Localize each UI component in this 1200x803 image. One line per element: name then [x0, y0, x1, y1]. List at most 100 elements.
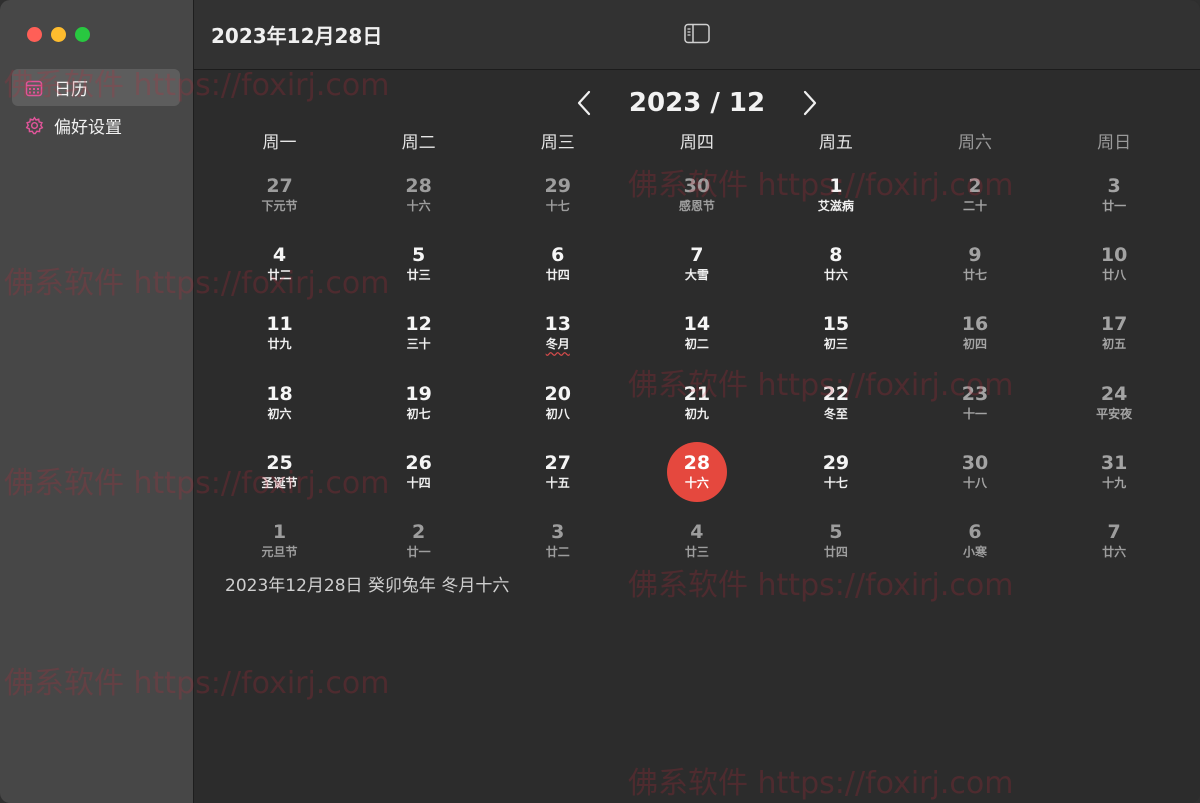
- day-cell[interactable]: 21 初九: [627, 374, 766, 443]
- lunar-label: 十五: [545, 476, 570, 491]
- day-number: 15: [822, 313, 850, 336]
- day-cell-content: 28 十六: [666, 441, 727, 502]
- lunar-label: 初四: [963, 337, 988, 352]
- day-cell[interactable]: 4 廿二: [210, 235, 349, 304]
- day-cell[interactable]: 1 艾滋病: [766, 166, 905, 235]
- day-cell-content: 18 初六: [250, 372, 310, 432]
- day-cell[interactable]: 20 初八: [488, 374, 627, 443]
- day-cell[interactable]: 19 初七: [349, 374, 488, 443]
- sidebar-item-preferences[interactable]: 偏好设置: [12, 107, 180, 144]
- lunar-label: 初五: [1102, 337, 1127, 352]
- day-cell[interactable]: 5 廿三: [349, 235, 488, 304]
- next-month-chevron-icon[interactable]: [800, 88, 820, 118]
- day-cell[interactable]: 18 初六: [210, 374, 349, 443]
- day-cell[interactable]: 11 廿九: [210, 305, 349, 374]
- day-cell-content: 7 大雪: [667, 233, 727, 293]
- day-cell[interactable]: 6 小寒: [905, 513, 1044, 582]
- day-cell-content: 16 初四: [945, 303, 1005, 363]
- main-panel: 2023年12月28日 2023 / 12 周一 周二 周三 周四 周五 周六 …: [194, 0, 1200, 803]
- day-cell[interactable]: 27 下元节: [210, 166, 349, 235]
- day-number: 6: [551, 243, 565, 266]
- day-number: 14: [683, 313, 711, 336]
- day-cell[interactable]: 17 初五: [1045, 305, 1184, 374]
- day-cell-content: 22 冬至: [806, 372, 866, 432]
- lunar-label: 平安夜: [1096, 406, 1133, 421]
- calendar-icon: [24, 78, 44, 98]
- sidebar-nav: 日历 偏好设置: [12, 69, 180, 145]
- day-number: 6: [968, 521, 982, 544]
- day-number: 29: [544, 174, 571, 197]
- calendar-grid: 27 下元节 28 十六 29 十七 30 感恩节 1 艾滋病 2 二十 3 廿一 4 廿二 5 廿三 6 廿四 7 大雪…: [210, 166, 1184, 582]
- month-title: 2023 / 12: [628, 88, 766, 118]
- lunar-label: 十七: [545, 198, 570, 213]
- day-cell[interactable]: 12 三十: [349, 305, 488, 374]
- day-number: 13: [544, 313, 571, 336]
- day-cell-content: 1 元旦节: [250, 511, 310, 571]
- sidebar-item-calendar[interactable]: 日历: [12, 69, 180, 106]
- day-number: 30: [961, 452, 989, 475]
- day-cell-content: 29 十七: [528, 164, 588, 224]
- day-cell[interactable]: 15 初三: [766, 305, 905, 374]
- day-cell[interactable]: 8 廿六: [766, 235, 905, 304]
- day-cell[interactable]: 10 廿八: [1045, 235, 1184, 304]
- day-cell[interactable]: 25 圣诞节: [210, 444, 349, 513]
- day-cell[interactable]: 30 感恩节: [627, 166, 766, 235]
- day-cell[interactable]: 14 初二: [627, 305, 766, 374]
- day-number: 12: [405, 313, 432, 336]
- lunar-label: 廿三: [406, 267, 431, 282]
- day-cell-content: 25 圣诞节: [250, 442, 310, 502]
- day-number: 7: [1107, 521, 1121, 544]
- day-cell-content: 15 初三: [806, 303, 866, 363]
- day-cell[interactable]: 3 廿一: [1045, 166, 1184, 235]
- day-cell-today[interactable]: 28 十六: [627, 441, 766, 513]
- day-cell-content: 23 十一: [945, 372, 1005, 432]
- day-cell[interactable]: 30 十八: [905, 444, 1044, 513]
- day-cell[interactable]: 4 廿三: [627, 513, 766, 582]
- weekday-label: 周一: [262, 133, 297, 153]
- day-cell[interactable]: 7 廿六: [1045, 513, 1184, 582]
- lunar-label: 下元节: [261, 198, 298, 213]
- day-cell[interactable]: 13 冬月: [488, 305, 627, 374]
- lunar-label: 初九: [684, 406, 709, 421]
- day-cell[interactable]: 27 十五: [488, 444, 627, 513]
- day-cell[interactable]: 16 初四: [905, 305, 1044, 374]
- day-cell-content: 3 廿一: [1084, 164, 1144, 224]
- previous-month-chevron-icon[interactable]: [574, 88, 594, 118]
- day-cell[interactable]: 24 平安夜: [1045, 374, 1184, 443]
- day-cell[interactable]: 5 廿四: [766, 513, 905, 582]
- lunar-label: 十四: [406, 476, 431, 491]
- lunar-label: 廿一: [1102, 198, 1127, 213]
- day-cell[interactable]: 31 十九: [1045, 444, 1184, 513]
- day-cell[interactable]: 29 十七: [488, 166, 627, 235]
- day-number: 2: [968, 174, 982, 197]
- day-cell-content: 30 感恩节: [667, 164, 727, 224]
- lunar-label: 廿三: [684, 545, 709, 560]
- day-cell-content: 24 平安夜: [1084, 372, 1144, 432]
- day-cell[interactable]: 26 十四: [349, 444, 488, 513]
- lunar-label: 十六: [684, 476, 709, 491]
- day-cell[interactable]: 28 十六: [349, 166, 488, 235]
- day-number: 22: [822, 382, 850, 405]
- lunar-label: 廿七: [963, 267, 988, 282]
- lunar-label: 廿四: [545, 267, 570, 282]
- day-cell[interactable]: 23 十一: [905, 374, 1044, 443]
- zoom-window-button[interactable]: [75, 27, 90, 42]
- lunar-label: 圣诞节: [261, 476, 298, 491]
- day-cell-content: 5 廿三: [389, 233, 449, 293]
- day-cell[interactable]: 6 廿四: [488, 235, 627, 304]
- day-cell[interactable]: 9 廿七: [905, 235, 1044, 304]
- lunar-label: 初二: [684, 337, 709, 352]
- close-window-button[interactable]: [27, 27, 42, 42]
- day-number: 28: [683, 452, 711, 475]
- day-cell[interactable]: 29 十七: [766, 444, 905, 513]
- day-number: 1: [829, 174, 843, 197]
- lunar-label: 廿六: [1102, 545, 1127, 560]
- day-cell[interactable]: 22 冬至: [766, 374, 905, 443]
- day-number: 23: [961, 382, 989, 405]
- day-cell[interactable]: 2 二十: [905, 166, 1044, 235]
- sidebar-toggle-icon[interactable]: [684, 23, 710, 45]
- day-cell[interactable]: 7 大雪: [627, 235, 766, 304]
- day-cell-content: 20 初八: [528, 372, 588, 432]
- lunar-label: 廿九: [267, 337, 292, 352]
- minimize-window-button[interactable]: [51, 27, 66, 42]
